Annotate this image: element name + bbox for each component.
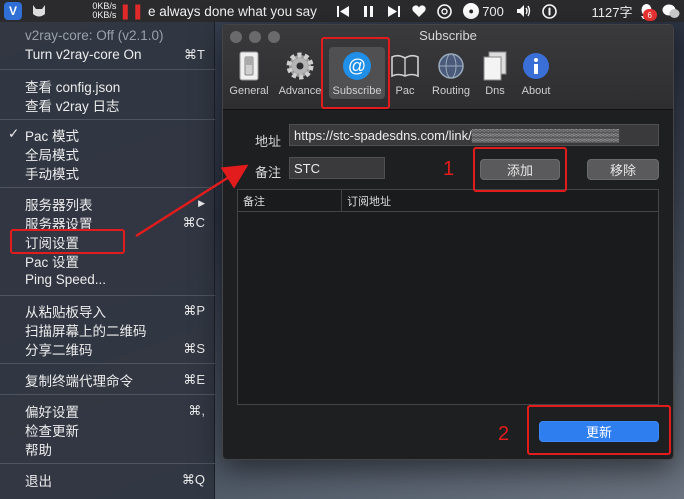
annotation-arrow [135,164,249,238]
